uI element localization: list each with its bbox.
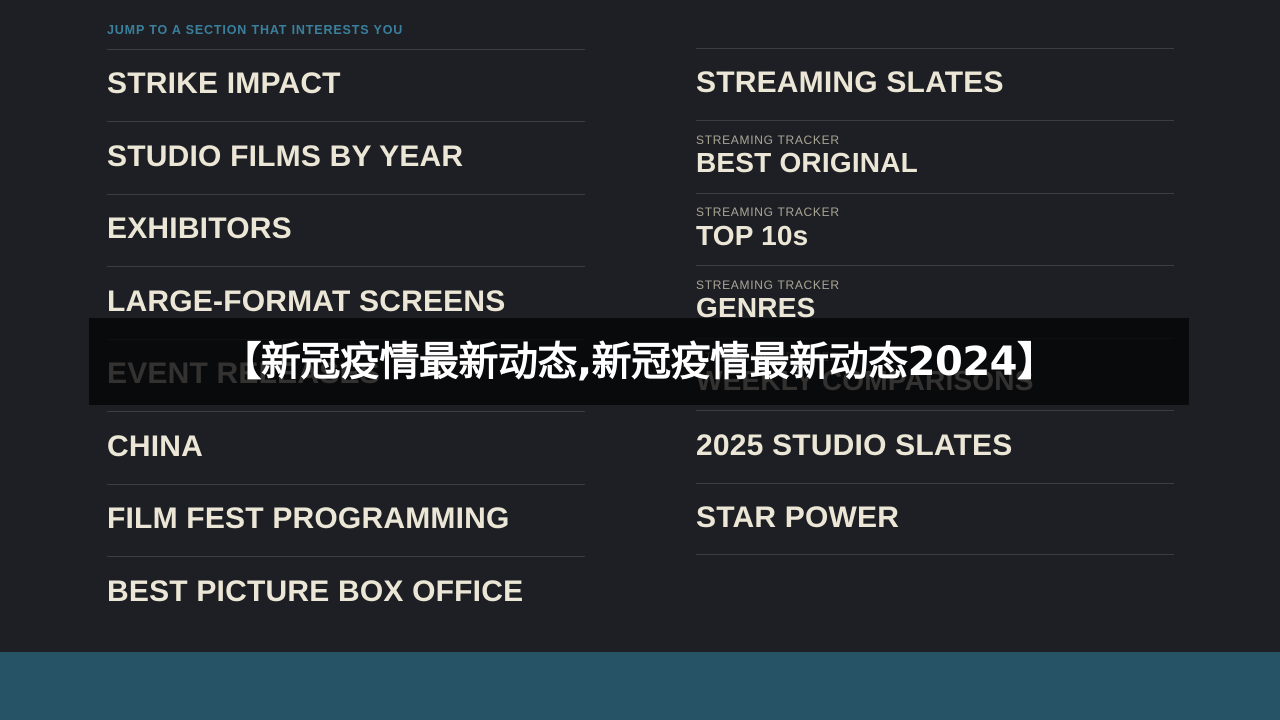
nav-item-label: STRIKE IMPACT [107, 67, 341, 101]
nav-item-eyebrow: STREAMING TRACKER [696, 277, 840, 292]
watermark-overlay-text: 【新冠疫情最新动态,新冠疫情最新动态2024】 [221, 338, 1057, 385]
nav-left-item[interactable]: FILM FEST PROGRAMMING [107, 483, 585, 557]
nav-right-item[interactable]: STREAMING TRACKER TOP 10s [696, 192, 1174, 266]
nav-item-label: CHINA [107, 429, 203, 463]
watermark-overlay-banner: 【新冠疫情最新动态,新冠疫情最新动态2024】 [89, 318, 1189, 405]
nav-right-item[interactable]: STREAMING TRACKER BEST ORIGINAL [696, 120, 1174, 193]
nav-item-label: BEST PICTURE BOX OFFICE [107, 574, 524, 608]
nav-item-eyebrow: STREAMING TRACKER [696, 132, 840, 147]
nav-right-item[interactable]: STAR POWER [696, 482, 1174, 555]
nav-item-label: STAR POWER [696, 500, 900, 534]
nav-left-item[interactable]: BEST PICTURE BOX OFFICE [107, 556, 585, 629]
nav-item-label: STREAMING SLATES [696, 66, 1004, 100]
nav-item-label: BEST ORIGINAL [696, 147, 918, 178]
right-column-spacer [696, 24, 1174, 48]
nav-item-label: FILM FEST PROGRAMMING [107, 502, 510, 536]
nav-item-eyebrow: STREAMING TRACKER [696, 205, 840, 220]
bottom-accent-bar [0, 652, 1280, 720]
nav-item-label: 2025 STUDIO SLATES [696, 428, 1013, 462]
nav-item-label: LARGE-FORMAT SCREENS [107, 284, 506, 318]
nav-item-label: STUDIO FILMS BY YEAR [107, 139, 464, 173]
nav-left-item[interactable]: EXHIBITORS [107, 193, 585, 267]
page-root: JUMP TO A SECTION THAT INTERESTS YOU STR… [0, 0, 1280, 720]
nav-item-label: TOP 10s [696, 219, 809, 251]
nav-left-item[interactable]: STRIKE IMPACT [107, 48, 585, 122]
nav-left-item[interactable]: STUDIO FILMS BY YEAR [107, 121, 585, 194]
nav-left-item[interactable]: CHINA [107, 411, 585, 484]
nav-right-item[interactable]: 2025 STUDIO SLATES [696, 410, 1174, 483]
nav-item-label: EXHIBITORS [107, 212, 292, 246]
jump-to-section-heading: JUMP TO A SECTION THAT INTERESTS YOU [107, 23, 404, 37]
nav-right-item[interactable]: STREAMING SLATES [696, 47, 1174, 121]
